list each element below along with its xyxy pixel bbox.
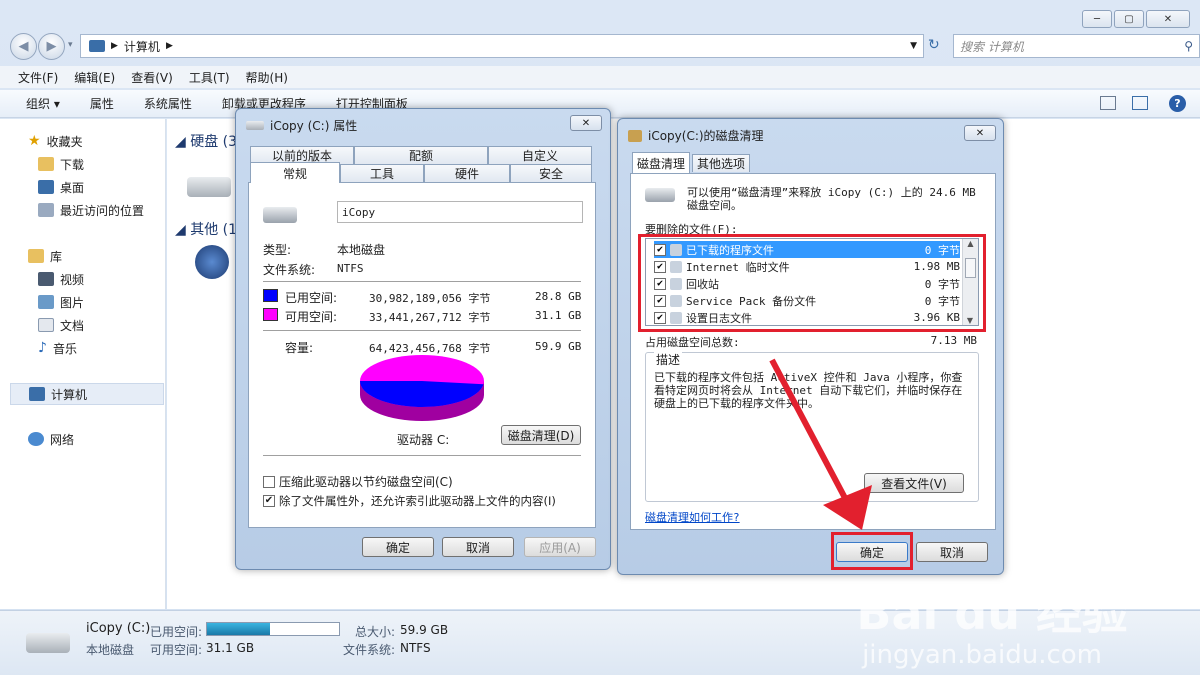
baidu-watermark-url: jingyan.baidu.com [862, 640, 1102, 670]
tab-general[interactable]: 常规 [250, 162, 340, 183]
arrow-shaft [769, 358, 848, 500]
baidu-watermark: Bai du 经验 [856, 586, 1128, 640]
annotation-arrow [769, 358, 872, 530]
tab-label: 常规 [282, 166, 307, 181]
tab-label: 磁盘清理 [636, 156, 685, 171]
tab-disk-cleanup[interactable]: 磁盘清理 [632, 152, 690, 173]
arrow-head [823, 485, 872, 530]
